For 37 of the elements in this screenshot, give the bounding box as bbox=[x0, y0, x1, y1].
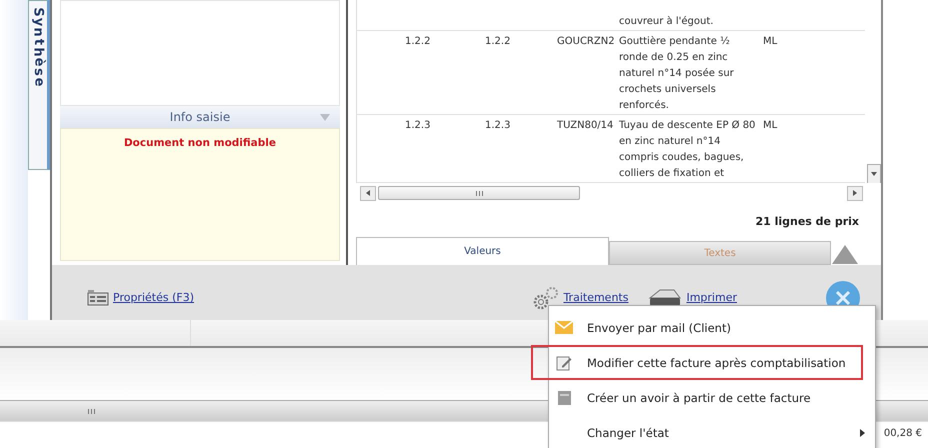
table-cell-text: ML bbox=[762, 35, 778, 49]
expand-icon[interactable] bbox=[831, 243, 859, 265]
properties-link[interactable]: Propriétés (F3) bbox=[113, 291, 194, 304]
scroll-down-button[interactable] bbox=[867, 164, 881, 184]
row-count: 21 lignes de prix bbox=[754, 214, 860, 230]
menu-item[interactable]: Créer un avoir à partir de cette facture bbox=[549, 380, 875, 415]
submenu-arrow-icon bbox=[860, 428, 865, 436]
gears-icon[interactable] bbox=[533, 286, 560, 310]
pencil-icon bbox=[556, 354, 572, 370]
document-icon bbox=[556, 390, 572, 406]
tab[interactable]: Valeurs bbox=[356, 237, 609, 265]
table-cell-text: GOUCRZN2 bbox=[557, 35, 616, 49]
table-cell-text: ML bbox=[762, 119, 778, 133]
table-cell-text: 1.2.2 bbox=[405, 35, 432, 49]
envelope-icon bbox=[555, 321, 573, 334]
processing-link[interactable]: Traitements bbox=[563, 291, 628, 304]
table-cell-text: 1.2.3 bbox=[485, 119, 512, 133]
table-cell-text: Tuyau de descente EP Ø 80 en zinc naturel n°14 compris coudes, bagues, colliers de fixation et bbox=[619, 119, 756, 181]
menu-item[interactable]: Envoyer par mail (Client) bbox=[549, 310, 875, 345]
left-arrow-icon[interactable] bbox=[366, 190, 370, 196]
down-arrow-icon bbox=[871, 172, 877, 176]
horizontal-scrollbar[interactable] bbox=[360, 185, 863, 202]
properties-icon[interactable] bbox=[87, 290, 109, 306]
print-link[interactable]: Imprimer bbox=[686, 291, 737, 304]
total-amount: 00,28 € bbox=[884, 428, 922, 439]
panel-title: Info saisie bbox=[170, 110, 230, 124]
table-cell-text: Gouttière pendante ½ ronde de 0.25 en zinc naturel n°14 posée sur crochets universels renforcés. bbox=[619, 35, 735, 113]
side-tab[interactable]: Synthèse bbox=[28, 0, 50, 170]
menu-item[interactable]: Changer l'état bbox=[549, 415, 875, 448]
table-cell-text: couvreur à l'égout. bbox=[619, 15, 714, 29]
table-cell-text: 1.2.3 bbox=[405, 119, 432, 133]
table-cell-text: 1.2.2 bbox=[485, 35, 512, 49]
status-message: Document non modifiable bbox=[124, 137, 276, 151]
printer-icon[interactable] bbox=[648, 288, 682, 308]
table-cell-text: TUZN80/14 bbox=[557, 119, 614, 133]
right-arrow-icon[interactable] bbox=[853, 190, 857, 196]
menu-item[interactable]: Modifier cette facture après comptabilisation bbox=[531, 345, 863, 380]
